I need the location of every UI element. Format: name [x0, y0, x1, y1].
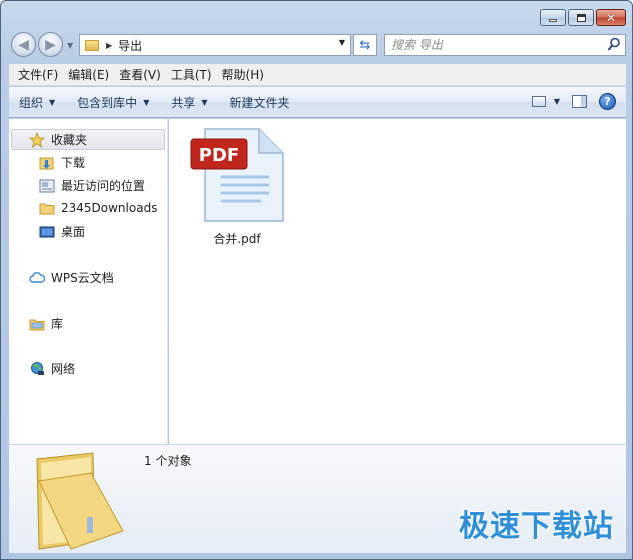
sidebar-item-label: 收藏夹 [51, 133, 88, 147]
folder-icon [85, 39, 99, 51]
menu-help[interactable]: 帮助(H) [222, 66, 264, 83]
file-list: PDF 合并.pdf [169, 119, 626, 444]
recent-places-icon [39, 178, 55, 194]
navigation-row: ◀ ▶ ▼ ▶ 导出 ▼ ⇆ [9, 32, 626, 58]
back-button[interactable]: ◀ [11, 32, 36, 57]
details-pane: 1 个对象 极速下载站 [9, 444, 626, 553]
include-in-library-button[interactable]: 包含到库中 ▼ [77, 94, 149, 111]
share-button[interactable]: 共享 ▼ [171, 94, 207, 111]
menu-bar: 文件(F) 编辑(E) 查看(V) 工具(T) 帮助(H) [9, 64, 626, 86]
chevron-down-icon: ▼ [49, 97, 56, 107]
minimize-button[interactable] [540, 9, 566, 26]
new-folder-button[interactable]: 新建文件夹 [230, 94, 290, 111]
sidebar-item-label: 2345Downloads [61, 201, 158, 215]
chevron-down-icon: ▼ [143, 97, 150, 107]
menu-edit[interactable]: 编辑(E) [68, 66, 109, 83]
cloud-icon [29, 270, 45, 286]
maximize-icon [576, 13, 586, 22]
chevron-down-icon: ▼ [201, 97, 208, 107]
share-label: 共享 [171, 95, 196, 110]
sidebar-item-libraries[interactable]: 库 [29, 315, 63, 332]
view-icon [531, 96, 546, 107]
network-icon [29, 361, 45, 377]
close-icon: ✕ [605, 10, 617, 25]
sidebar-item-label: 下载 [61, 156, 86, 170]
organize-label: 组织 [19, 95, 44, 110]
breadcrumb-arrow-icon[interactable]: ▶ [106, 41, 112, 50]
organize-button[interactable]: 组织 ▼ [19, 94, 55, 111]
sidebar-item-label: 最近访问的位置 [61, 179, 146, 193]
recent-pages-dropdown[interactable]: ▼ [67, 41, 73, 50]
watermark-logo: 极速下载站 [459, 509, 614, 544]
breadcrumb-current[interactable]: 导出 [118, 37, 142, 54]
search-icon[interactable] [607, 37, 621, 52]
include-in-library-label: 包含到库中 [77, 95, 138, 110]
chevron-down-icon: ▼ [553, 97, 560, 106]
sidebar-item-label: 库 [51, 317, 64, 331]
preview-pane-icon[interactable] [572, 95, 587, 108]
refresh-button[interactable]: ⇆ [353, 34, 377, 56]
close-button[interactable]: ✕ [596, 9, 626, 26]
menu-tools[interactable]: 工具(T) [171, 66, 212, 83]
pdf-badge-text: PDF [199, 145, 239, 166]
file-item[interactable]: PDF 合并.pdf [187, 127, 287, 247]
sidebar-item-favorites[interactable]: 收藏夹 [29, 131, 87, 148]
sidebar-item-desktop[interactable]: 桌面 [39, 223, 85, 240]
caption-buttons: ✕ [540, 9, 626, 26]
desktop-icon [39, 224, 55, 240]
change-view-button[interactable]: ▼ [531, 96, 560, 107]
sidebar-item-wps-cloud[interactable]: WPS云文档 [29, 269, 114, 286]
sidebar-item-network[interactable]: 网络 [29, 360, 75, 377]
refresh-icon: ⇆ [359, 37, 371, 53]
new-folder-label: 新建文件夹 [229, 95, 290, 110]
back-arrow-icon: ◀ [18, 36, 29, 53]
help-icon[interactable]: ? [599, 93, 616, 110]
forward-arrow-icon: ▶ [45, 36, 56, 53]
downloads-folder-icon [39, 155, 55, 171]
star-icon [29, 131, 45, 148]
explorer-window: ✕ ◀ ▶ ▼ ▶ 导出 ▼ ⇆ 文件(F) 编辑(E) 查看(V) 工具(T)… [0, 0, 633, 560]
file-name[interactable]: 合并.pdf [187, 230, 287, 247]
large-folder-icon [36, 452, 124, 550]
sidebar-item-downloads[interactable]: 下载 [39, 154, 85, 171]
item-count: 1 个对象 [144, 454, 192, 468]
sidebar-item-label: WPS云文档 [51, 271, 114, 285]
address-bar[interactable]: ▶ 导出 ▼ [79, 34, 351, 56]
address-dropdown-icon[interactable]: ▼ [339, 38, 345, 47]
pdf-file-icon: PDF [190, 128, 284, 222]
command-bar-right: ▼ ? [531, 93, 616, 110]
menu-view[interactable]: 查看(V) [119, 66, 161, 83]
navigation-pane: 收藏夹 下载 最近访问的位置 2345Downloads 桌面 WPS云文档 库… [9, 119, 168, 444]
sidebar-item-recent-places[interactable]: 最近访问的位置 [39, 177, 145, 194]
search-box[interactable] [384, 34, 626, 56]
sidebar-item-label: 网络 [51, 362, 76, 376]
sidebar-item-2345downloads[interactable]: 2345Downloads [39, 200, 157, 216]
menu-file[interactable]: 文件(F) [18, 66, 58, 83]
search-input[interactable] [385, 35, 585, 55]
minimize-icon [549, 19, 557, 22]
command-bar: 组织 ▼ 包含到库中 ▼ 共享 ▼ 新建文件夹 ▼ ? [9, 87, 626, 118]
folder-icon [39, 200, 55, 216]
forward-button[interactable]: ▶ [38, 32, 63, 57]
library-icon [29, 316, 45, 332]
sidebar-item-label: 桌面 [61, 225, 86, 239]
maximize-button[interactable] [568, 9, 594, 26]
